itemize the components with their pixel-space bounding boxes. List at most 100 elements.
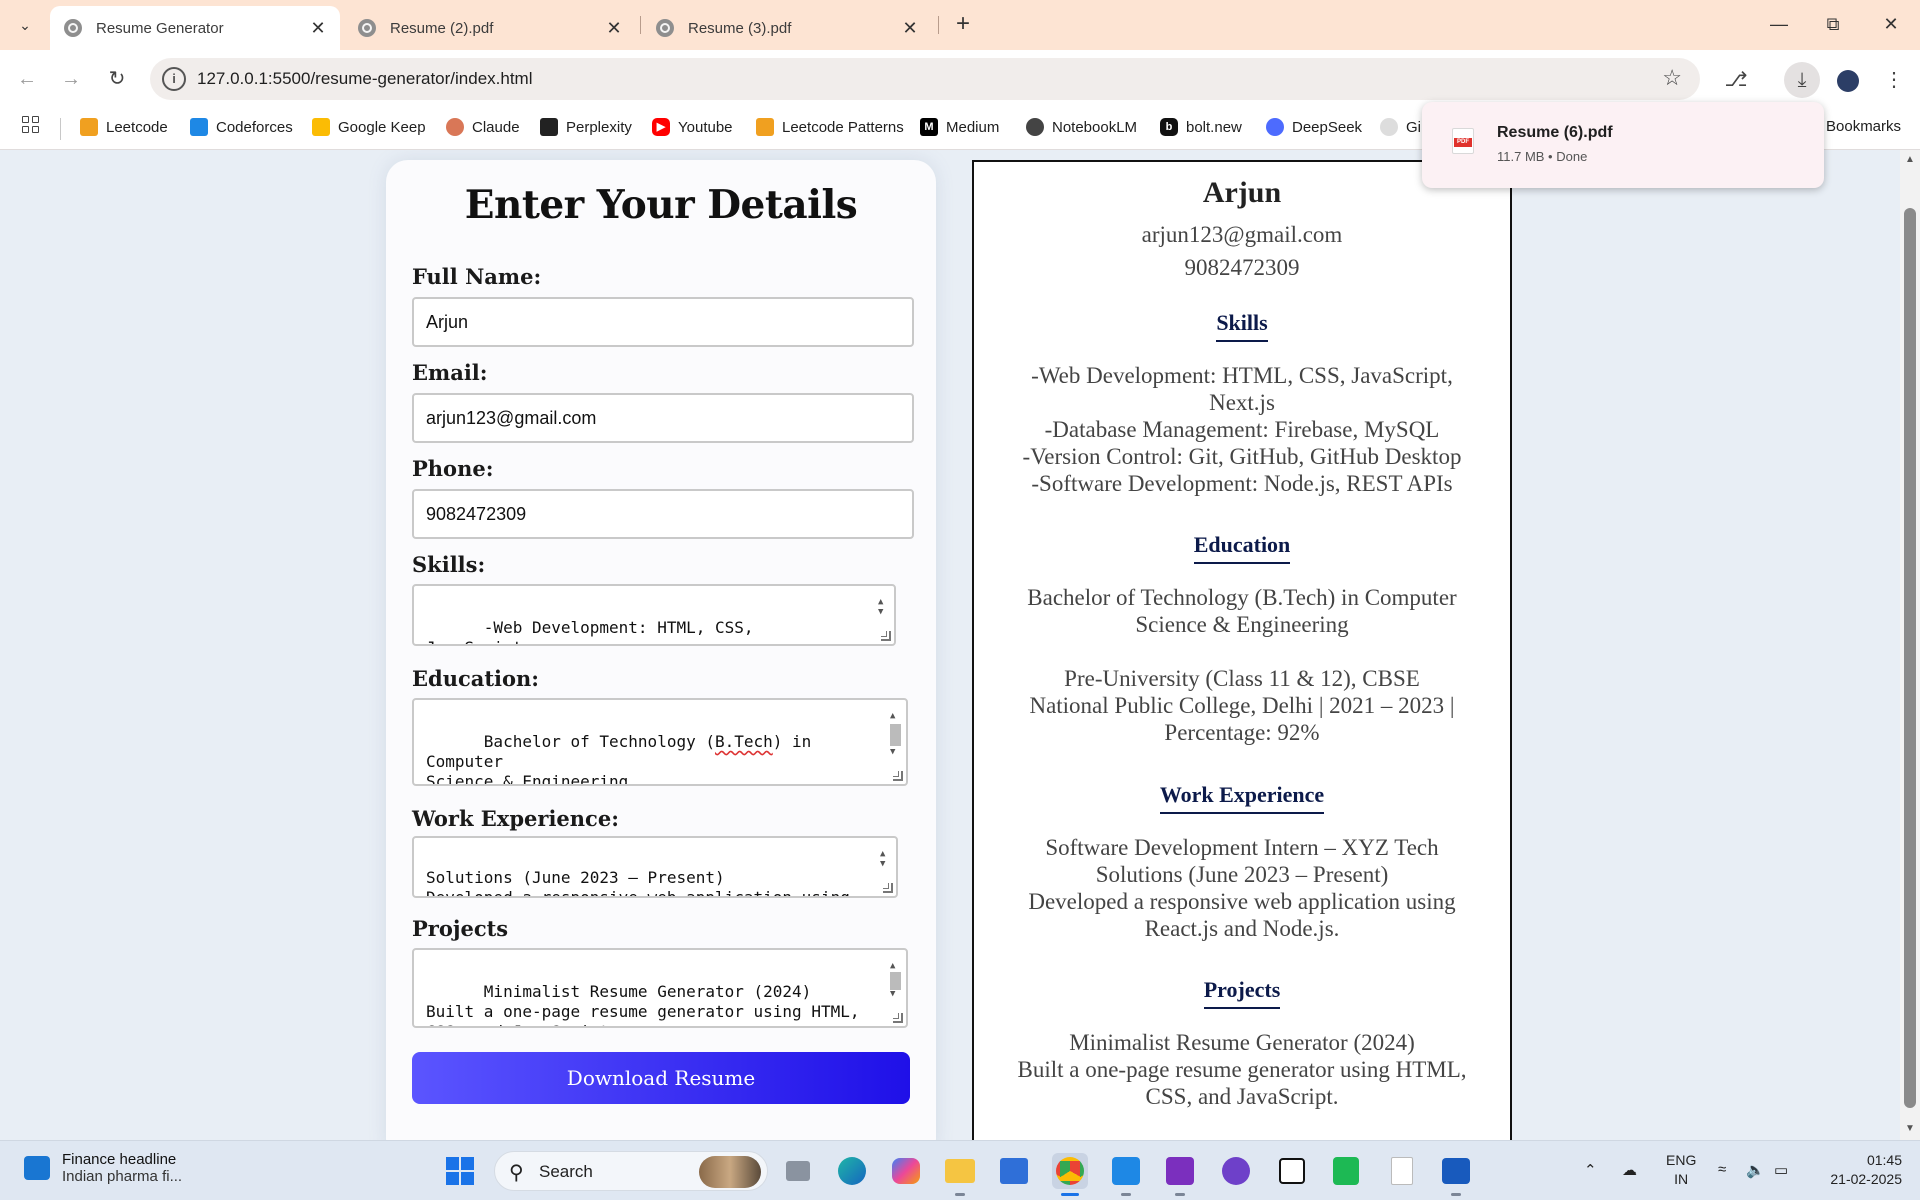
scrollbar-thumb[interactable]	[1904, 208, 1916, 1108]
minimize-button[interactable]: —	[1756, 8, 1802, 40]
bolt-icon: b	[1160, 118, 1178, 136]
bookmark-google-keep[interactable]: Google Keep	[312, 118, 426, 136]
onenote-icon[interactable]	[1162, 1153, 1198, 1189]
star-icon[interactable]: ☆	[1662, 65, 1682, 91]
resize-grip-icon[interactable]	[893, 771, 903, 781]
bookmarks-divider	[60, 118, 61, 140]
new-tab-button[interactable]: +	[948, 10, 978, 40]
bookmark-leetcode[interactable]: Leetcode	[80, 118, 168, 136]
phone-input[interactable]: 9082472309	[412, 489, 914, 539]
bookmark-leetcode-patterns[interactable]: Leetcode Patterns	[756, 118, 904, 136]
bookmark-deepseek[interactable]: DeepSeek	[1266, 118, 1362, 136]
restore-icon: ⧉	[1826, 14, 1840, 34]
projects-textarea[interactable]: Minimalist Resume Generator (2024) Built…	[412, 948, 908, 1028]
page-viewport: Enter Your Details Full Name: Arjun Emai…	[0, 150, 1900, 1140]
close-window-button[interactable]: ✕	[1868, 8, 1914, 40]
volume-icon[interactable]: 🔈	[1746, 1161, 1765, 1179]
skills-textarea[interactable]: -Web Development: HTML, CSS, JavaScript,…	[412, 584, 896, 646]
vscode-icon[interactable]	[1108, 1153, 1144, 1189]
news-widget[interactable]: Finance headline Indian pharma fi...	[24, 1151, 182, 1185]
download-bubble[interactable]: Resume (6).pdf 11.7 MB • Done	[1422, 102, 1824, 188]
textarea-scrollbar[interactable]: ▲ ▼	[888, 704, 902, 780]
chevron-up-icon[interactable]: ⌃	[1584, 1161, 1597, 1179]
downloads-button[interactable]: ⤓	[1784, 62, 1820, 98]
bookmark-github[interactable]: Gi	[1380, 118, 1421, 136]
wifi-icon[interactable]: ≈	[1718, 1161, 1726, 1178]
resume-skills-text: -Web Development: HTML, CSS, JavaScript,…	[1022, 363, 1462, 496]
close-icon[interactable]: ✕	[898, 18, 922, 39]
tab-bar: ⌄ Resume Generator ✕ Resume (2).pdf ✕ Re…	[0, 0, 1920, 50]
chrome-icon[interactable]	[1052, 1153, 1088, 1189]
back-button[interactable]: ←	[10, 62, 44, 96]
bookmark-notebooklm[interactable]: NotebookLM	[1026, 118, 1137, 136]
textarea-scrollbar[interactable]: ▲ ▼	[888, 954, 902, 1022]
plus-icon: +	[955, 10, 970, 37]
tab-resume-2[interactable]: Resume (2).pdf ✕	[344, 6, 636, 50]
clock[interactable]: 01:45 21-02-2025	[1818, 1151, 1902, 1189]
forward-button[interactable]: →	[54, 62, 88, 96]
codeforces-icon	[190, 118, 208, 136]
reload-icon: ↻	[108, 68, 126, 90]
file-explorer-icon[interactable]	[942, 1153, 978, 1189]
word-icon[interactable]	[1438, 1153, 1474, 1189]
taskbar-search[interactable]: ⚲ Search	[494, 1151, 768, 1191]
scroll-down-icon[interactable]: ▼	[1905, 1123, 1915, 1134]
resize-grip-icon[interactable]	[883, 883, 893, 893]
tab-resume-generator[interactable]: Resume Generator ✕	[50, 6, 340, 50]
windows-start-icon[interactable]	[446, 1157, 474, 1185]
bookmark-youtube[interactable]: ▶ Youtube	[652, 118, 733, 136]
notepad-icon[interactable]	[1384, 1153, 1420, 1189]
phone-label: Phone:	[412, 456, 494, 481]
bookmark-bolt[interactable]: b bolt.new	[1160, 118, 1242, 136]
language-code: ENG	[1666, 1152, 1697, 1168]
browser-toolbar: ← → ↻ i 127.0.0.1:5500/resume-generator/…	[0, 50, 1920, 108]
apps-icon[interactable]	[22, 116, 39, 133]
page-scrollbar[interactable]: ▲ ▼	[1900, 150, 1920, 1140]
bookmark-claude[interactable]: Claude	[446, 118, 520, 136]
extensions-button[interactable]: ⎇	[1718, 62, 1754, 98]
name-input[interactable]: Arjun	[412, 297, 914, 347]
scroll-up-icon[interactable]: ▲	[1905, 154, 1915, 165]
download-filename: Resume (6).pdf	[1497, 124, 1613, 141]
globe-icon	[656, 19, 674, 37]
close-icon[interactable]: ✕	[306, 18, 330, 39]
url-text: 127.0.0.1:5500/resume-generator/index.ht…	[197, 69, 533, 88]
bookmark-perplexity[interactable]: Perplexity	[540, 118, 632, 136]
github-desktop-icon[interactable]	[1218, 1153, 1254, 1189]
spotify-icon[interactable]	[1328, 1153, 1364, 1189]
resize-grip-icon[interactable]	[881, 631, 891, 641]
notion-icon[interactable]	[1274, 1153, 1310, 1189]
language-indicator[interactable]: ENG IN	[1666, 1151, 1696, 1189]
download-status: 11.7 MB • Done	[1497, 149, 1588, 164]
work-experience-textarea[interactable]: Solutions (June 2023 – Present) Develope…	[412, 836, 898, 898]
onedrive-cloud-icon[interactable]: ☁	[1622, 1161, 1637, 1179]
bookmark-medium[interactable]: M Medium	[920, 118, 999, 136]
email-input[interactable]: arjun123@gmail.com	[412, 393, 914, 443]
menu-button[interactable]: ⋮	[1876, 62, 1912, 98]
all-bookmarks[interactable]: Bookmarks	[1826, 118, 1901, 135]
download-resume-button[interactable]: Download Resume	[412, 1052, 910, 1104]
resize-grip-icon[interactable]	[893, 1013, 903, 1023]
tab-title: Resume (3).pdf	[688, 19, 792, 37]
copilot-icon[interactable]	[888, 1153, 924, 1189]
edge-icon[interactable]	[834, 1153, 870, 1189]
bookmark-label: Codeforces	[216, 118, 293, 136]
github-icon	[1380, 118, 1398, 136]
microsoft-store-icon[interactable]	[996, 1153, 1032, 1189]
notebooklm-icon	[1026, 118, 1044, 136]
skills-label: Skills:	[412, 552, 486, 577]
tab-resume-3[interactable]: Resume (3).pdf ✕	[642, 6, 932, 50]
clock-date: 21-02-2025	[1830, 1171, 1902, 1187]
site-info-icon[interactable]: i	[162, 67, 186, 91]
bookmark-codeforces[interactable]: Codeforces	[190, 118, 293, 136]
profile-avatar[interactable]	[1830, 62, 1866, 98]
battery-icon[interactable]: ▭	[1774, 1161, 1788, 1179]
reload-button[interactable]: ↻	[100, 62, 134, 96]
close-icon[interactable]: ✕	[602, 18, 626, 39]
education-textarea[interactable]: Bachelor of Technology (B.Tech) in Compu…	[412, 698, 908, 786]
restore-button[interactable]: ⧉	[1810, 8, 1856, 40]
medium-icon: M	[920, 118, 938, 136]
tab-search-button[interactable]: ⌄	[8, 10, 42, 40]
task-view-icon[interactable]	[780, 1153, 816, 1189]
address-bar[interactable]: i 127.0.0.1:5500/resume-generator/index.…	[150, 58, 1700, 100]
